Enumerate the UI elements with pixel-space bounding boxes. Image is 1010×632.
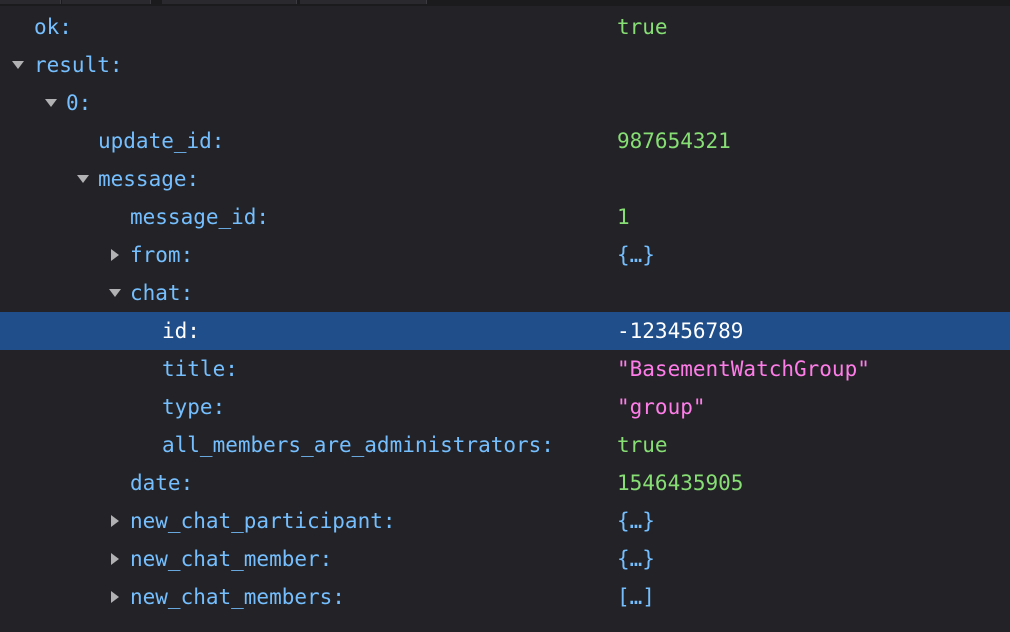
row-value: {…} — [617, 509, 655, 533]
row-key: date: — [130, 471, 194, 495]
row-key: update_id: — [98, 129, 225, 153]
row-value: true — [617, 15, 668, 39]
toolbar-tab[interactable] — [162, 0, 297, 4]
tree-row-message[interactable]: message: — [0, 160, 1010, 198]
expand-arrow-icon[interactable] — [106, 236, 124, 274]
tree-row-type[interactable]: type: "group" — [0, 388, 1010, 426]
tree-row-all-members-are-administrators[interactable]: all_members_are_administrators: true — [0, 426, 1010, 464]
row-key: title: — [162, 357, 238, 381]
tree-row-date[interactable]: date: 1546435905 — [0, 464, 1010, 502]
row-value: {…} — [617, 547, 655, 571]
expand-arrow-icon[interactable] — [106, 540, 124, 578]
row-value: -123456789 — [617, 319, 744, 343]
row-value: 987654321 — [617, 129, 731, 153]
collapse-arrow-icon[interactable] — [9, 46, 27, 84]
row-key: type: — [162, 395, 226, 419]
row-value: 1546435905 — [617, 471, 744, 495]
collapse-arrow-icon[interactable] — [74, 160, 92, 198]
row-value: "BasementWatchGroup" — [617, 357, 870, 381]
tree-row-id-selected[interactable]: id: -123456789 — [0, 312, 1010, 350]
tree-row-new-chat-members[interactable]: new_chat_members: […] — [0, 578, 1010, 616]
toolbar-tab[interactable] — [62, 0, 151, 4]
expand-arrow-icon[interactable] — [106, 502, 124, 540]
row-key: new_chat_participant: — [130, 509, 396, 533]
toolbar-tab[interactable] — [300, 0, 427, 4]
row-key: ok: — [34, 15, 72, 39]
row-key: from: — [130, 243, 194, 267]
toolbar-tab[interactable] — [0, 0, 61, 4]
row-key: 0: — [66, 91, 92, 115]
row-key: message: — [98, 167, 200, 191]
tree-row-new-chat-member[interactable]: new_chat_member: {…} — [0, 540, 1010, 578]
toolbar-strip — [0, 0, 1010, 6]
tree-row-new-chat-participant[interactable]: new_chat_participant: {…} — [0, 502, 1010, 540]
collapse-arrow-icon[interactable] — [106, 274, 124, 312]
tree-row-from[interactable]: from: {…} — [0, 236, 1010, 274]
collapse-arrow-icon[interactable] — [42, 84, 60, 122]
tree-row-0[interactable]: 0: — [0, 84, 1010, 122]
tree-row-ok[interactable]: ok: true — [0, 8, 1010, 46]
row-key: all_members_are_administrators: — [162, 433, 554, 457]
expand-arrow-icon[interactable] — [106, 578, 124, 616]
json-tree: ok: true result: 0: update_id: 987654321… — [0, 8, 1010, 616]
row-value: […] — [617, 585, 655, 609]
row-key: result: — [34, 53, 123, 77]
row-value: true — [617, 433, 668, 457]
row-value: 1 — [617, 205, 630, 229]
tree-row-chat[interactable]: chat: — [0, 274, 1010, 312]
tree-row-title[interactable]: title: "BasementWatchGroup" — [0, 350, 1010, 388]
row-key: message_id: — [130, 205, 270, 229]
row-key: new_chat_members: — [130, 585, 345, 609]
row-value: {…} — [617, 243, 655, 267]
row-key: id: — [162, 319, 200, 343]
tree-row-update-id[interactable]: update_id: 987654321 — [0, 122, 1010, 160]
tree-row-message-id[interactable]: message_id: 1 — [0, 198, 1010, 236]
row-key: new_chat_member: — [130, 547, 333, 571]
tree-row-result[interactable]: result: — [0, 46, 1010, 84]
row-value: "group" — [617, 395, 706, 419]
row-key: chat: — [130, 281, 194, 305]
